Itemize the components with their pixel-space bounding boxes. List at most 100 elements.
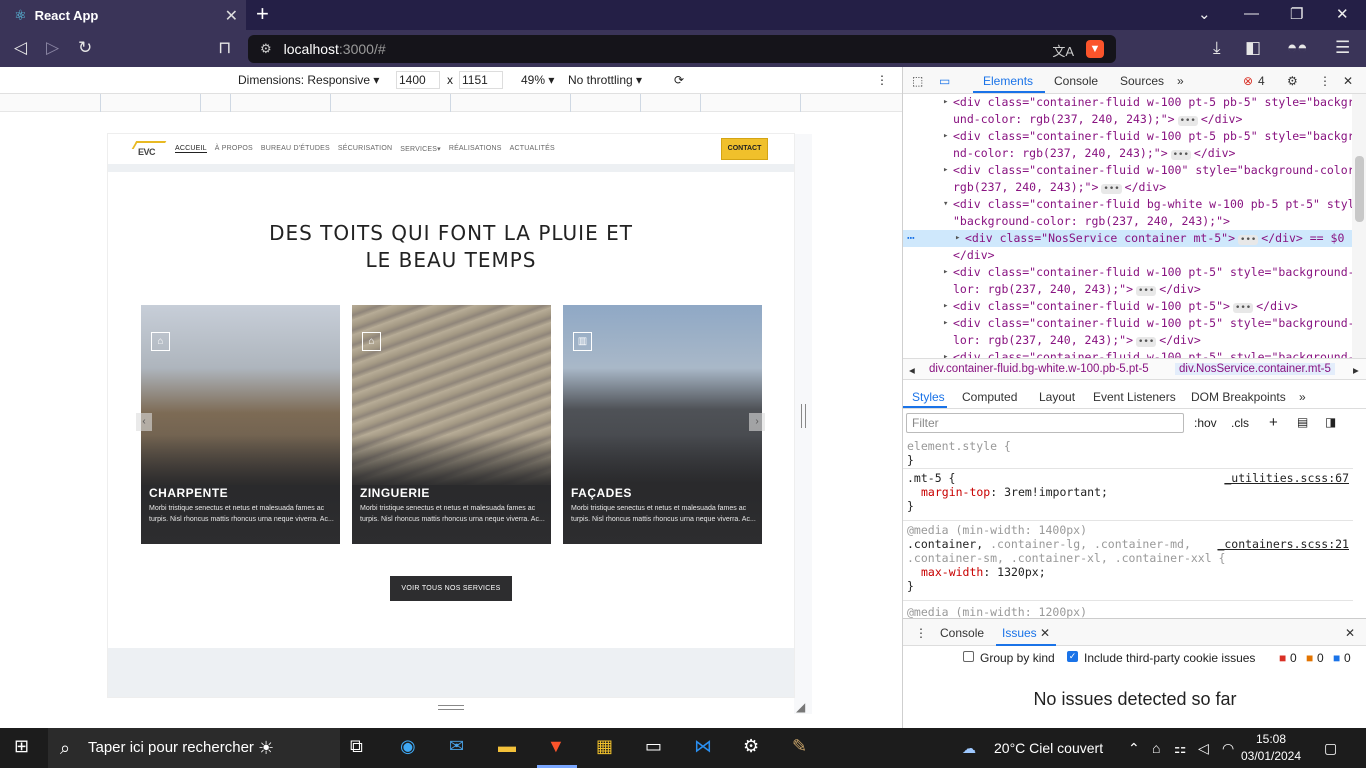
crumb-parent[interactable]: div.container-fluid.bg-white.w-100.pb-5.… [929, 363, 1149, 375]
devtools-menu-icon[interactable]: ⋮ [1319, 74, 1331, 88]
taskbar-search-box[interactable]: ⌕ Taper ici pour rechercher ☀ [48, 728, 340, 768]
expand-triangle-icon[interactable]: ▸ [943, 162, 948, 179]
viewport-resize-corner[interactable]: ◢ [796, 700, 805, 714]
brave-taskbar-icon[interactable]: ▼ [547, 736, 565, 757]
carousel-next-icon[interactable]: › [749, 413, 765, 431]
windows-start-icon[interactable]: ⊞ [14, 736, 29, 757]
group-by-kind-checkbox[interactable] [963, 651, 974, 662]
download-icon[interactable]: ⤓ [1213, 38, 1221, 58]
rule-container[interactable]: @media (min-width: 1400px) .container, .… [903, 523, 1353, 601]
crumb-scroll-right-icon[interactable]: ▸ [1353, 363, 1359, 377]
hov-toggle[interactable]: :hov [1194, 416, 1217, 430]
drawer-tab-issues[interactable]: Issues [1002, 626, 1037, 640]
tab-elements[interactable]: Elements [983, 74, 1033, 88]
all-services-button[interactable]: VOIR TOUS NOS SERVICES [390, 576, 512, 601]
throttling-dropdown[interactable]: No throttling ▾ [568, 73, 642, 87]
more-style-tabs-icon[interactable]: » [1299, 390, 1306, 404]
paint-icon[interactable]: ▤ [1297, 415, 1308, 429]
sidebar-icon[interactable]: ◧ [1245, 38, 1261, 58]
rule-source-link[interactable]: _utilities.scss:67 [1224, 471, 1349, 485]
dom-node[interactable]: ▸ <div class="container-fluid w-100 pt-5"… [903, 349, 1353, 358]
wallet-icon[interactable]: ◓◓ [1287, 38, 1308, 58]
sidebar-toggle-icon[interactable]: ◨ [1325, 415, 1336, 429]
collapsed-ellipsis-icon[interactable]: ••• [1238, 235, 1259, 245]
settings-icon[interactable]: ⚙ [743, 736, 759, 757]
tab-search-icon[interactable]: ⌄ [1198, 5, 1211, 23]
rule-source-link[interactable]: _containers.scss:21 [1217, 537, 1349, 551]
forward-icon[interactable]: ▷ [46, 38, 59, 58]
expand-triangle-icon[interactable]: ▸ [943, 315, 948, 332]
reload-icon[interactable]: ↻ [78, 38, 92, 58]
paint-app-icon[interactable]: ✎ [792, 736, 807, 757]
service-card-facades[interactable]: ▥ FAÇADES Morbi tristique senectus et ne… [563, 305, 762, 544]
dom-node[interactable]: nd-color: rgb(237, 240, 243);"> ••• </div> [903, 145, 1353, 162]
wifi-icon[interactable]: ◠ [1222, 728, 1234, 768]
dom-node-selected[interactable]: ▸ <div class="NosService container mt-5">… [903, 230, 1353, 247]
rule-mt-5[interactable]: .mt-5 { _utilities.scss:67 margin-top: 3… [903, 471, 1353, 521]
store-icon[interactable]: ▦ [596, 736, 613, 757]
tab-dom-breakpoints[interactable]: DOM Breakpoints [1191, 390, 1286, 404]
tab-sources[interactable]: Sources [1120, 74, 1164, 88]
collapsed-ellipsis-icon[interactable]: ••• [1136, 337, 1157, 347]
dom-node[interactable]: </div> [903, 247, 1353, 264]
weather-text[interactable]: 20°C Ciel couvert [994, 728, 1103, 768]
viewport-resize-handle-right[interactable] [801, 404, 806, 428]
crumb-current[interactable]: div.NosService.container.mt-5 [1175, 363, 1335, 375]
error-icon[interactable]: ⊗ [1243, 74, 1253, 88]
nav-link-actualites[interactable]: ACTUALITÉS [510, 145, 555, 153]
zoom-dropdown[interactable]: 49% ▾ [521, 73, 554, 87]
nav-link-bureau-etudes[interactable]: BUREAU D'ÉTUDES [261, 145, 330, 153]
styles-filter-input[interactable]: Filter [906, 413, 1184, 433]
crumb-scroll-left-icon[interactable]: ◂ [909, 363, 915, 377]
dom-scrollbar[interactable] [1352, 94, 1366, 358]
inspect-icon[interactable]: ⬚ [912, 74, 923, 88]
collapsed-ellipsis-icon[interactable]: ••• [1232, 303, 1254, 313]
cls-toggle[interactable]: .cls [1231, 416, 1249, 430]
collapsed-ellipsis-icon[interactable]: ••• [1136, 286, 1157, 296]
expand-triangle-icon[interactable]: ▸ [943, 128, 948, 145]
browser-tab[interactable]: ⚛ React App ✕ [0, 0, 246, 30]
rule-element-style[interactable]: element.style { } [903, 439, 1353, 469]
dom-node[interactable]: "background-color: rgb(237, 240, 243);"> [903, 213, 1353, 230]
carousel-prev-icon[interactable]: ‹ [136, 413, 152, 431]
close-issues-tab-icon[interactable]: ✕ [1040, 626, 1050, 640]
settings-gear-icon[interactable]: ⚙ [1287, 74, 1298, 88]
terminal-icon[interactable]: ▭ [645, 736, 662, 757]
tab-event-listeners[interactable]: Event Listeners [1093, 390, 1176, 404]
tray-chevron-icon[interactable]: ⌃ [1128, 728, 1140, 768]
viewport-resize-handle-bottom[interactable] [438, 705, 464, 710]
rule-declaration[interactable]: max-width: 1320px; [907, 565, 1353, 579]
selected-node-menu-icon[interactable]: ⋯ [907, 230, 915, 247]
more-options-icon[interactable]: ⋮ [876, 73, 888, 87]
collapsed-ellipsis-icon[interactable]: ••• [1177, 116, 1198, 126]
new-tab-button[interactable]: + [256, 3, 269, 25]
expand-triangle-icon[interactable]: ▸ [943, 349, 948, 358]
tab-styles[interactable]: Styles [912, 390, 945, 404]
dom-node[interactable]: lor: rgb(237, 240, 243);"> ••• </div> [903, 281, 1353, 298]
edge-icon[interactable]: ◉ [400, 736, 416, 757]
close-window-icon[interactable]: ✕ [1336, 5, 1349, 23]
more-tabs-icon[interactable]: » [1177, 74, 1184, 88]
expand-triangle-icon[interactable]: ▸ [943, 298, 948, 315]
service-card-zinguerie[interactable]: ⌂ ZINGUERIE Morbi tristique senectus et … [352, 305, 551, 544]
weather-cloud-icon[interactable]: ☁ [962, 728, 976, 768]
dom-node[interactable]: ▸ <div class="container-fluid w-100 pt-5 … [903, 128, 1353, 145]
network-icon[interactable]: ⌂ [1152, 728, 1160, 768]
dom-node[interactable]: ▸ <div class="container-fluid w-100 pt-5"… [903, 264, 1353, 281]
vscode-icon[interactable]: ⋈ [694, 736, 712, 757]
ime-icon[interactable]: ⚏ [1174, 728, 1187, 768]
expand-triangle-icon[interactable]: ▸ [955, 230, 960, 247]
menu-icon[interactable]: ☰ [1335, 38, 1350, 58]
drawer-tab-console[interactable]: Console [940, 626, 984, 640]
file-explorer-icon[interactable]: ▬ [498, 736, 516, 757]
volume-icon[interactable]: ◁ [1198, 728, 1209, 768]
dom-node[interactable]: lor: rgb(237, 240, 243);"> ••• </div> [903, 332, 1353, 349]
dom-node[interactable]: ▸ <div class="container-fluid w-100 pt-5"… [903, 298, 1353, 315]
nav-link-accueil[interactable]: ACCUEIL [175, 145, 207, 153]
height-input[interactable]: 1151 [459, 71, 503, 89]
back-icon[interactable]: ◁ [14, 38, 27, 58]
third-party-checkbox[interactable]: ✓ [1067, 651, 1078, 662]
translate-icon[interactable]: 文A [1052, 41, 1074, 60]
site-logo[interactable]: EVC [131, 141, 167, 157]
dom-node[interactable]: ▸ <div class="container-fluid w-100" styl… [903, 162, 1353, 179]
